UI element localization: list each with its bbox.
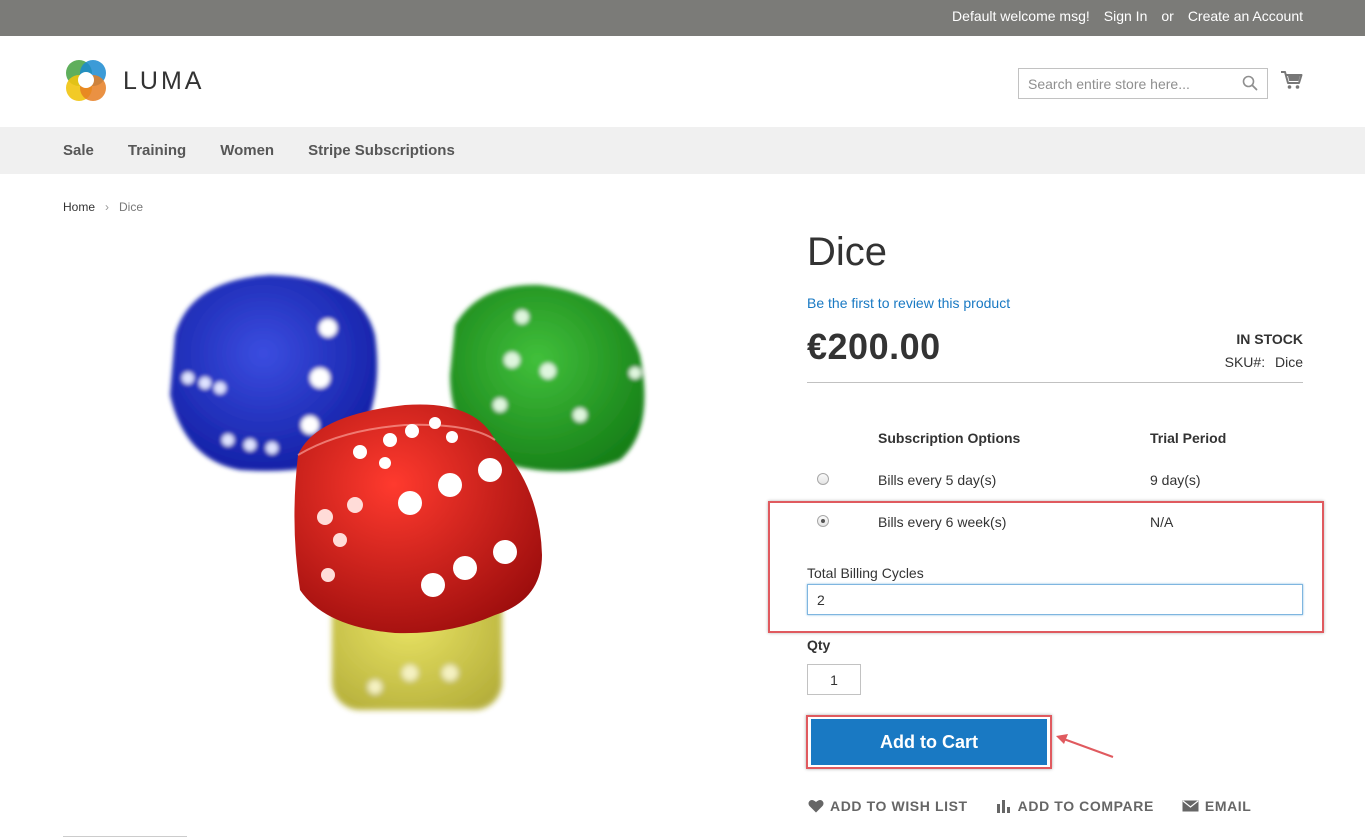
product-title: Dice (807, 230, 888, 274)
add-to-cart-button[interactable]: Add to Cart (811, 719, 1047, 765)
product-price: €200.00 (807, 326, 941, 367)
subscription-option-label: Bills every 6 week(s) (878, 514, 1007, 530)
main-navigation: Sale Training Women Stripe Subscriptions (0, 127, 1365, 174)
add-to-wishlist-link[interactable]: Add to Wish List (808, 798, 968, 814)
nav-item-training[interactable]: Training (128, 142, 186, 159)
breadcrumb-current: Dice (119, 200, 144, 214)
breadcrumb: Home › Dice (63, 200, 143, 214)
luma-logo[interactable]: LUMA (63, 58, 204, 104)
subscription-radio-1[interactable] (817, 473, 829, 485)
nav-item-stripe-subscriptions[interactable]: Stripe Subscriptions (308, 142, 455, 159)
cart-icon[interactable] (1281, 70, 1303, 95)
dice-image (170, 275, 645, 710)
compare-label: Add to Compare (1017, 798, 1154, 814)
logo-text: LUMA (123, 66, 205, 95)
breadcrumb-separator: › (105, 200, 110, 214)
nav-item-women[interactable]: Women (220, 142, 274, 159)
top-links: Default welcome msg! Sign In or Create a… (952, 8, 1303, 24)
sku-value: Dice (1274, 354, 1303, 370)
add-to-compare-link[interactable]: Add to Compare (996, 798, 1154, 814)
stock-status: IN STOCK (1236, 331, 1303, 347)
breadcrumb-home[interactable]: Home (63, 200, 95, 214)
sign-in-link[interactable]: Sign In (1104, 8, 1148, 24)
total-billing-cycles-label: Total Billing Cycles (807, 565, 924, 581)
trial-period-header: Trial Period (1150, 430, 1227, 446)
sku: SKU#: Dice (1225, 354, 1303, 370)
top-bar: Default welcome msg! Sign In or Create a… (0, 0, 1365, 36)
email-link[interactable]: Email (1182, 798, 1252, 814)
product-image[interactable] (150, 255, 670, 725)
or-text: or (1161, 8, 1174, 24)
gallery-thumbnail-edge (63, 836, 187, 840)
search-box (1018, 68, 1268, 99)
nav-item-sale[interactable]: Sale (63, 142, 94, 159)
subscription-radio-2[interactable] (817, 515, 829, 527)
subscription-option-label: Bills every 5 day(s) (878, 472, 997, 488)
product-actions: Add to Wish List Add to Compare Email (808, 798, 1251, 814)
search-icon[interactable] (1242, 75, 1258, 96)
search-input[interactable] (1019, 69, 1234, 98)
qty-label: Qty (807, 637, 831, 653)
subscription-trial: 9 day(s) (1150, 472, 1201, 488)
divider (807, 382, 1303, 383)
envelope-icon (1182, 800, 1199, 812)
email-label: Email (1204, 798, 1252, 814)
review-link[interactable]: Be the first to review this product (807, 295, 1010, 311)
sku-label: SKU#: (1224, 354, 1266, 370)
create-account-link[interactable]: Create an Account (1188, 8, 1303, 24)
subscription-trial: N/A (1150, 514, 1174, 530)
luma-logo-icon (66, 60, 106, 101)
annotation-arrow-icon (1056, 734, 1114, 758)
welcome-message: Default welcome msg! (952, 8, 1090, 24)
qty-input[interactable] (807, 664, 861, 695)
heart-icon (808, 799, 824, 813)
compare-icon (996, 800, 1010, 813)
wishlist-label: Add to Wish List (830, 798, 968, 814)
header: LUMA (0, 36, 1365, 127)
total-billing-cycles-input[interactable] (807, 584, 1303, 615)
subscription-options-header: Subscription Options (878, 430, 1021, 446)
